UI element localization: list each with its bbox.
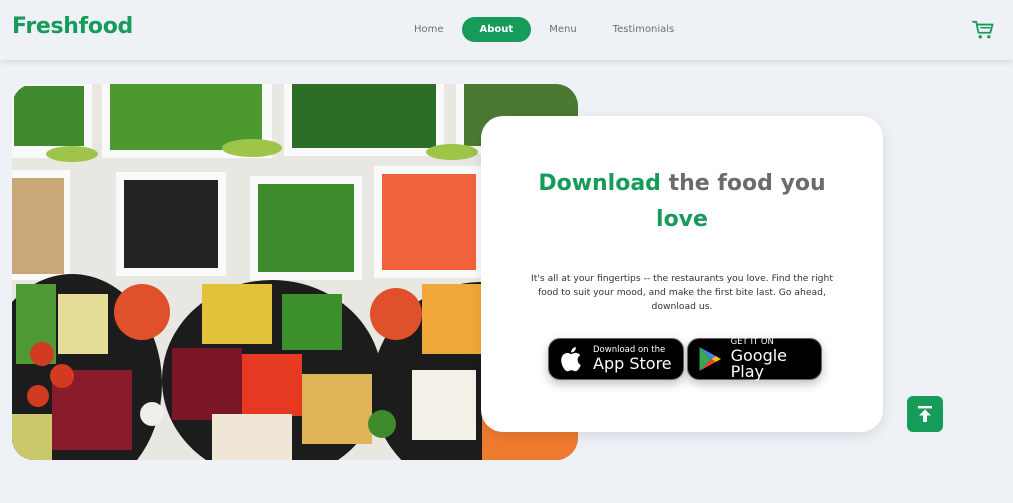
- google-play-text: GET IT ON Google Play: [731, 338, 821, 381]
- scroll-to-top-button[interactable]: [907, 396, 943, 432]
- google-play-small-label: GET IT ON: [730, 336, 774, 347]
- app-store-button[interactable]: Download on the App Store: [548, 338, 684, 380]
- title-highlight-download: Download: [538, 171, 661, 196]
- play-store-icon: [699, 347, 722, 371]
- title-rest: the food you: [660, 171, 826, 196]
- app-store-small-label: Download on the: [593, 344, 666, 355]
- main-nav: Home About Menu Testimonials: [396, 17, 692, 42]
- card-description: It's all at your fingertips -- the resta…: [531, 273, 833, 312]
- nav-menu[interactable]: Menu: [531, 18, 594, 41]
- apple-icon: [561, 347, 581, 372]
- app-store-text: Download on the App Store: [593, 346, 672, 373]
- shopping-cart-icon[interactable]: [972, 20, 994, 40]
- nav-about[interactable]: About: [461, 17, 532, 42]
- arrow-to-top-icon: [918, 406, 932, 422]
- title-highlight-love: love: [656, 207, 708, 232]
- nav-testimonials[interactable]: Testimonials: [595, 18, 693, 41]
- google-play-big-label: Google Play: [730, 346, 788, 382]
- google-play-button[interactable]: GET IT ON Google Play: [687, 338, 822, 380]
- site-header: Freshfood Home About Menu Testimonials: [0, 0, 1013, 60]
- nav-home[interactable]: Home: [396, 18, 462, 41]
- app-store-big-label: App Store: [593, 354, 672, 374]
- download-card: Download the food you love It's all at y…: [481, 116, 883, 432]
- card-title: Download the food you love: [481, 166, 883, 238]
- logo[interactable]: Freshfood: [12, 14, 133, 39]
